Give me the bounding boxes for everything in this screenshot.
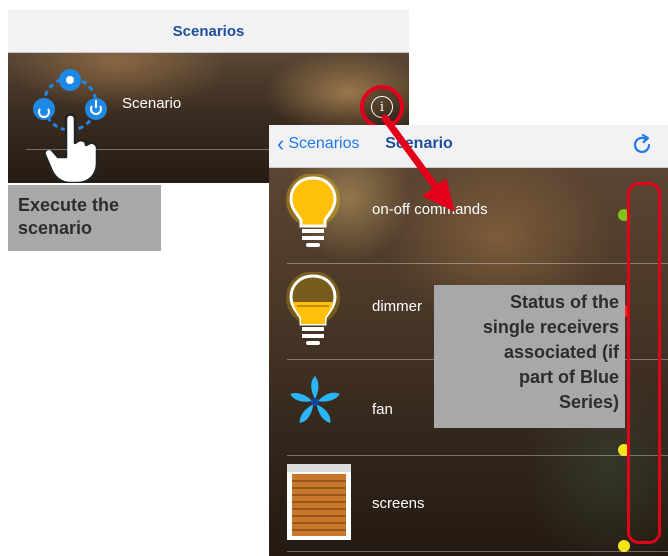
callout-line: Execute the bbox=[18, 195, 120, 215]
receiver-label: on-off commands bbox=[372, 201, 488, 218]
receiver-row-on-off[interactable]: on-off commands bbox=[269, 168, 668, 264]
callout-line: Series) bbox=[558, 392, 619, 412]
nav-bar: ‹ Scenarios Scenario bbox=[269, 125, 668, 168]
callout-line: single receivers bbox=[482, 317, 619, 337]
scenario-row-label: Scenario bbox=[122, 95, 182, 112]
info-button[interactable]: i bbox=[360, 85, 404, 129]
refresh-icon[interactable] bbox=[630, 133, 654, 157]
callout-line: Status of the bbox=[509, 292, 619, 312]
status-highlight-frame bbox=[627, 182, 661, 544]
page-title: Scenario bbox=[385, 135, 453, 152]
callout-line: scenario bbox=[18, 218, 93, 238]
callout-line: part of Blue bbox=[518, 367, 619, 387]
receiver-label: dimmer bbox=[372, 298, 423, 315]
nav-bar: Scenarios bbox=[8, 10, 409, 53]
fan-icon bbox=[290, 376, 340, 424]
nav-title: Scenarios bbox=[172, 22, 245, 40]
callout-line: associated (if bbox=[503, 342, 619, 362]
callout-execute-scenario: Execute the scenario bbox=[8, 185, 161, 251]
light-bulb-on-icon bbox=[286, 174, 340, 247]
callout-receiver-status: Status of the single receivers associate… bbox=[434, 285, 625, 428]
receiver-label: fan bbox=[372, 401, 393, 418]
receiver-row-screens[interactable]: screens bbox=[269, 456, 668, 552]
light-bulb-dimmer-icon bbox=[286, 272, 340, 345]
row-divider bbox=[287, 551, 668, 552]
receiver-label: screens bbox=[372, 495, 425, 512]
roller-blind-icon bbox=[287, 464, 351, 540]
hand-tap-icon bbox=[43, 113, 99, 183]
info-icon: i bbox=[371, 96, 393, 118]
